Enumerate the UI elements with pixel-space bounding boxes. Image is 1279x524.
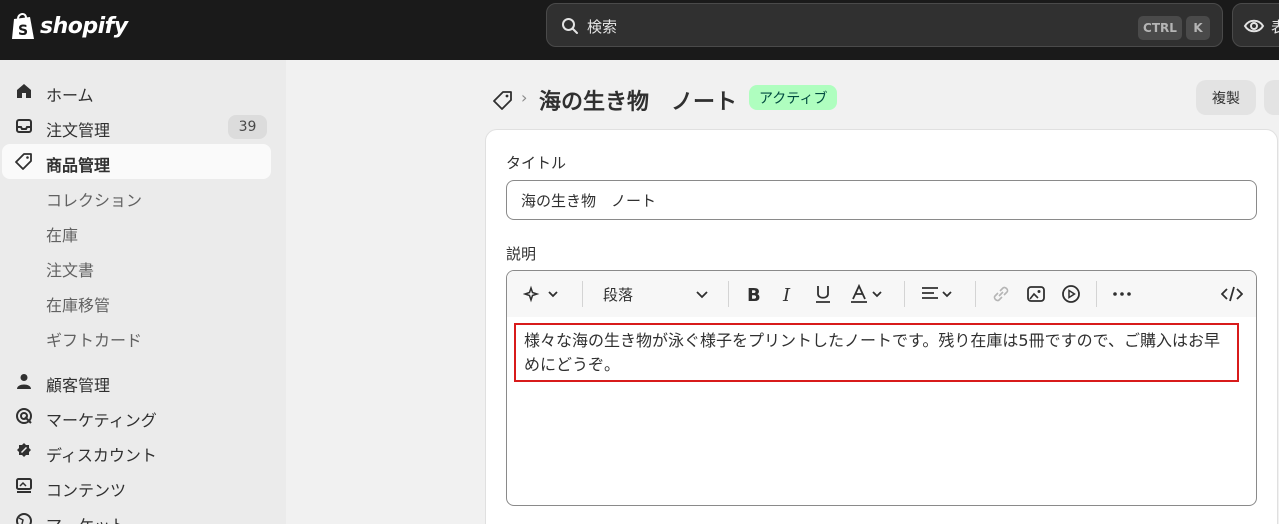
toolbar-divider [1096,281,1097,307]
description-editor[interactable]: 段落 B I 様々な海の生き物が泳ぐ様子をプリントしたノートです。残り在庫は5冊… [506,270,1257,506]
ai-magic-button[interactable] [523,284,561,304]
product-tag-icon[interactable] [493,90,513,110]
title-input[interactable]: 海の生き物 ノート [506,180,1257,220]
description-text[interactable]: 様々な海の生き物が泳ぐ様子をプリントしたノートです。残り在庫は5冊ですので、ご購… [514,323,1239,382]
sidebar-item-label: マーケティング [46,411,157,430]
bold-icon: B [747,285,761,304]
tag-icon [15,153,32,170]
shopify-logo[interactable]: S shopify [10,10,128,42]
product-details-card: タイトル 海の生き物 ノート 説明 段落 B I 様々な海の生き物が泳ぐ様子をプ… [485,129,1278,524]
sidebar-item-purchase-orders[interactable]: 注文書 [2,249,271,284]
html-view-button[interactable] [1221,284,1243,304]
italic-icon: I [782,285,791,304]
ellipsis-icon [1113,292,1131,296]
more-actions-button[interactable] [1264,80,1279,115]
sidebar-item-inventory[interactable]: 在庫 [2,214,271,249]
chevron-down-icon [696,291,708,299]
sidebar-item-products[interactable]: 商品管理 [2,144,271,179]
insert-video-button[interactable] [1061,284,1081,304]
bold-button[interactable]: B [745,284,763,304]
sidebar-item-label: 顧客管理 [46,376,111,395]
target-icon [16,408,32,424]
video-icon [1062,285,1080,303]
toolbar-divider [582,281,583,307]
search-icon [562,18,578,34]
sidebar-item-label: 注文管理 [46,121,111,140]
page-title: 海の生き物 ノート [539,90,738,115]
duplicate-button[interactable]: 複製 [1196,80,1256,115]
sidebar-item-label: 在庫 [46,226,79,245]
search-placeholder: 検索 [587,18,618,36]
orders-count-badge: 39 [228,115,267,139]
toolbar-divider [904,281,905,307]
title-label: タイトル [506,154,567,172]
home-icon [17,84,31,98]
underline-icon [816,286,830,303]
sidebar: ホーム 注文管理 39 商品管理 コレクション 在庫 注文書 在庫移管 ギフトカ… [0,60,286,524]
description-label: 説明 [506,245,537,263]
shortcut-k-key: K [1186,16,1210,40]
text-color-button[interactable] [850,284,886,304]
content-icon [16,478,32,493]
sidebar-item-transfers[interactable]: 在庫移管 [2,284,271,319]
sidebar-item-label: 在庫移管 [46,296,111,315]
sidebar-item-label: コンテンツ [46,481,127,500]
preview-store-button[interactable]: 表 [1232,3,1279,47]
top-bar: S shopify 検索 CTRL K 表 [0,0,1279,60]
svg-text:S: S [18,23,28,39]
sidebar-item-label: ホーム [46,86,94,105]
code-icon [1221,286,1243,302]
paragraph-dropdown[interactable] [695,284,709,304]
sidebar-item-home[interactable]: ホーム [2,74,271,109]
align-button[interactable] [921,284,957,304]
sidebar-item-content[interactable]: コンテンツ [2,469,271,504]
link-icon [993,286,1009,302]
image-icon [1027,286,1045,302]
sidebar-item-label: コレクション [46,191,143,210]
svg-text:I: I [782,285,791,304]
align-left-icon [922,287,952,299]
sparkle-icon [523,285,558,303]
preview-label: 表 [1271,18,1279,36]
sidebar-item-marketing[interactable]: マーケティング [2,399,271,434]
underline-button[interactable] [814,284,832,304]
toolbar-divider [728,281,729,307]
paragraph-style-select[interactable]: 段落 [603,284,633,305]
status-badge: アクティブ [749,85,838,110]
shopify-bag-icon: S [12,13,34,39]
text-color-icon [851,284,882,303]
sidebar-item-orders[interactable]: 注文管理 39 [2,109,271,144]
discount-icon [17,443,31,457]
sidebar-item-discounts[interactable]: ディスカウント [2,434,271,469]
sidebar-item-label: 商品管理 [46,156,111,175]
eye-icon [1243,19,1265,33]
toolbar-divider [975,281,976,307]
sidebar-item-gift-cards[interactable]: ギフトカード [2,319,271,354]
search-bar[interactable]: 検索 CTRL K [546,3,1223,47]
breadcrumb-chevron-icon: › [521,88,528,107]
sidebar-item-collections[interactable]: コレクション [2,179,271,214]
shortcut-ctrl-key: CTRL [1138,16,1182,40]
globe-icon [16,513,32,524]
sidebar-item-markets[interactable]: マーケット [2,504,271,524]
sidebar-item-label: ギフトカード [46,331,143,350]
editor-toolbar: 段落 B I [507,271,1256,317]
sidebar-item-customers[interactable]: 顧客管理 [2,364,271,399]
italic-button[interactable]: I [780,284,796,304]
insert-image-button[interactable] [1026,284,1046,304]
more-formatting-button[interactable] [1112,284,1132,304]
sidebar-item-label: 注文書 [46,261,95,280]
link-button[interactable] [991,284,1011,304]
sidebar-item-label: マーケット [46,512,126,524]
inbox-icon [16,119,32,133]
brand-name: shopify [40,13,128,39]
person-icon [17,374,31,389]
sidebar-item-label: ディスカウント [46,446,157,465]
svg-text:B: B [747,285,761,304]
